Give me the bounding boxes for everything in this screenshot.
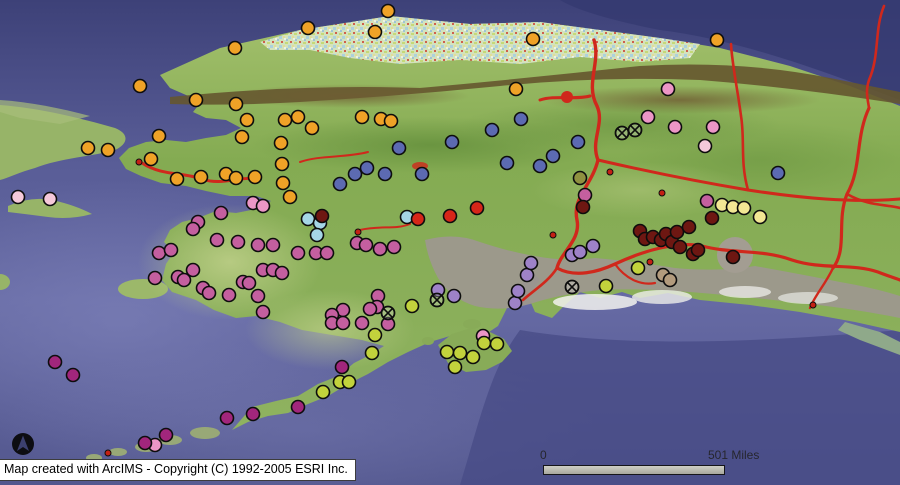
scale-bar [543,465,725,475]
scale-bar-end-label: 501 Miles [708,448,760,462]
arcims-map-viewport[interactable]: 0 501 Miles Map created with ArcIMS - Co… [0,0,900,485]
scale-bar-start-label: 0 [540,448,547,462]
basemap-terrain [0,0,900,485]
attribution-bar: Map created with ArcIMS - Copyright (C) … [0,459,356,481]
compass-north-arrow-icon [9,430,37,458]
